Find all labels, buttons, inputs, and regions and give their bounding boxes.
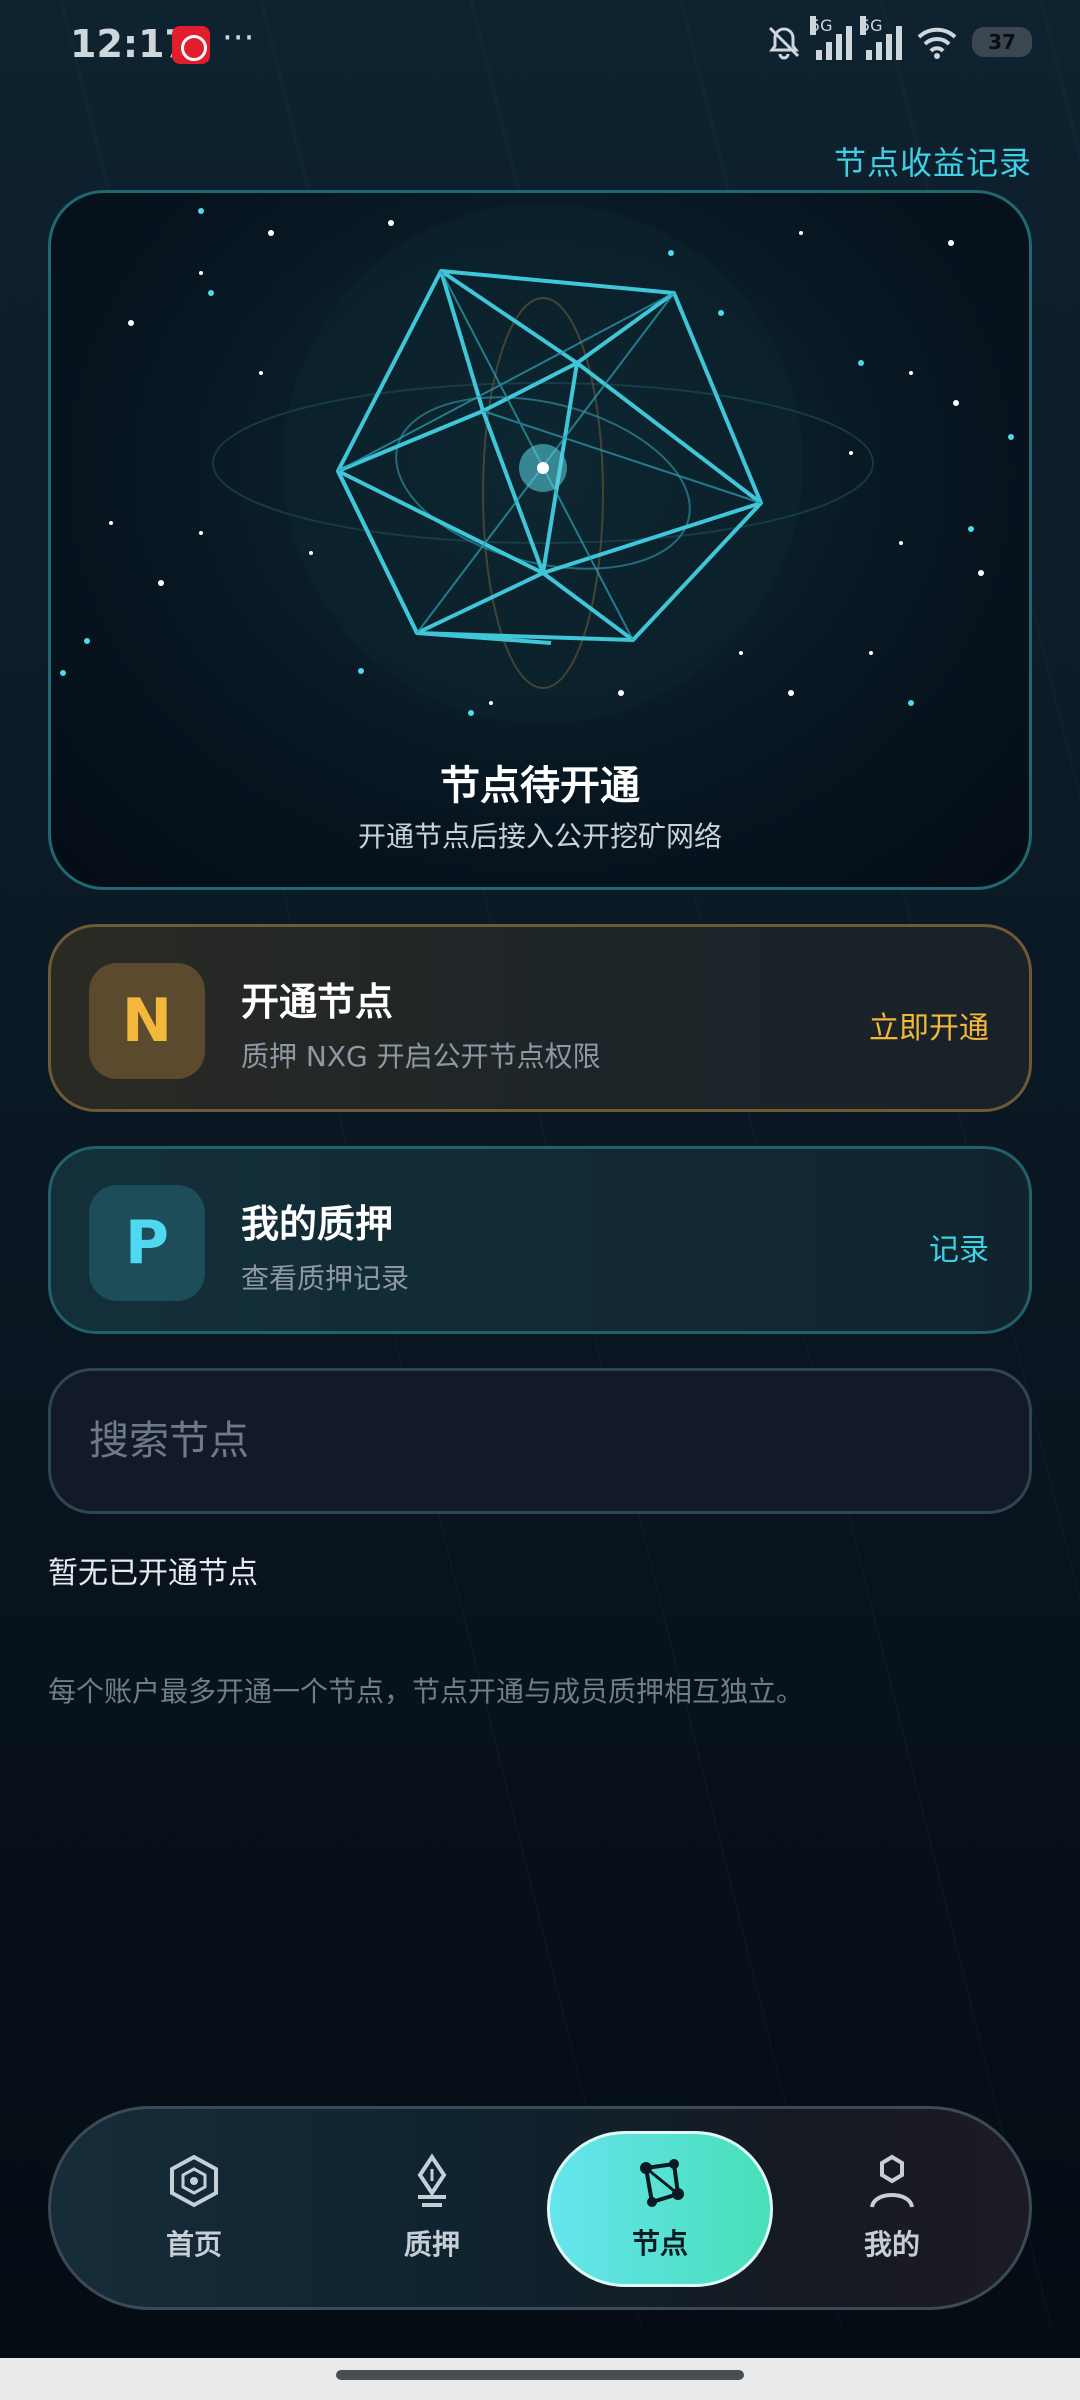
open-now-button[interactable]: 立即开通 <box>869 1003 989 1047</box>
signal-strength-icon: 5G <box>860 16 902 60</box>
my-pledge-subtitle: 查看质押记录 <box>241 1262 410 1295</box>
battery-level: 37 <box>988 30 1016 54</box>
empty-state-text: 暂无已开通节点 <box>48 1556 258 1591</box>
nav-home-label: 首页 <box>165 2228 222 2261</box>
nav-pledge[interactable]: 质押 <box>317 2109 547 2307</box>
wifi-icon <box>917 27 957 59</box>
signal-strength-icon: 5G <box>810 16 852 60</box>
background-streak <box>1040 0 1080 2329</box>
nav-profile-label: 我的 <box>863 2228 920 2261</box>
hero-title: 节点待开通 <box>440 763 640 809</box>
status-bar: 12:17 ··· 5G 5G 37 <box>0 0 1080 92</box>
nav-node[interactable]: 节点 <box>547 2131 773 2287</box>
pledge-letter-icon: P <box>89 1185 205 1301</box>
nav-pledge-label: 质押 <box>403 2228 460 2261</box>
more-notifications-icon: ··· <box>222 18 255 58</box>
open-node-title: 开通节点 <box>241 980 394 1024</box>
hero-subtitle: 开通节点后接入公开挖矿网络 <box>357 820 722 853</box>
pledge-pen-icon <box>417 2153 447 2207</box>
home-indicator[interactable] <box>336 2370 744 2380</box>
mute-bell-icon <box>768 26 800 60</box>
nav-profile[interactable]: 我的 <box>777 2109 1007 2307</box>
home-hexagon-icon <box>170 2154 218 2208</box>
node-network-icon <box>640 2159 684 2207</box>
open-node-subtitle: 质押 NXG 开启公开节点权限 <box>241 1040 601 1073</box>
profile-user-icon <box>870 2154 914 2208</box>
node-rule-note: 每个账户最多开通一个节点，节点开通与成员质押相互独立。 <box>48 1675 805 1708</box>
open-node-card[interactable]: N 开通节点 质押 NXG 开启公开节点权限 立即开通 <box>48 924 1032 1112</box>
node-earnings-link[interactable]: 节点收益记录 <box>834 138 1032 184</box>
nav-home[interactable]: 首页 <box>79 2109 309 2307</box>
nav-node-label: 节点 <box>631 2227 688 2260</box>
my-pledge-title: 我的质押 <box>241 1202 394 1246</box>
node-letter-icon: N <box>89 963 205 1079</box>
status-icons: 5G 5G 37 <box>766 16 1032 60</box>
pledge-records-button[interactable]: 记录 <box>929 1225 989 1269</box>
battery-icon: 37 <box>972 27 1032 57</box>
node-search-input[interactable] <box>48 1368 1032 1514</box>
bottom-navigation: 首页 质押 节点 我的 <box>48 2106 1032 2310</box>
node-status-hero: 节点待开通 开通节点后接入公开挖矿网络 <box>48 190 1032 890</box>
app-notification-icon <box>172 26 210 64</box>
my-pledge-card[interactable]: P 我的质押 查看质押记录 记录 <box>48 1146 1032 1334</box>
